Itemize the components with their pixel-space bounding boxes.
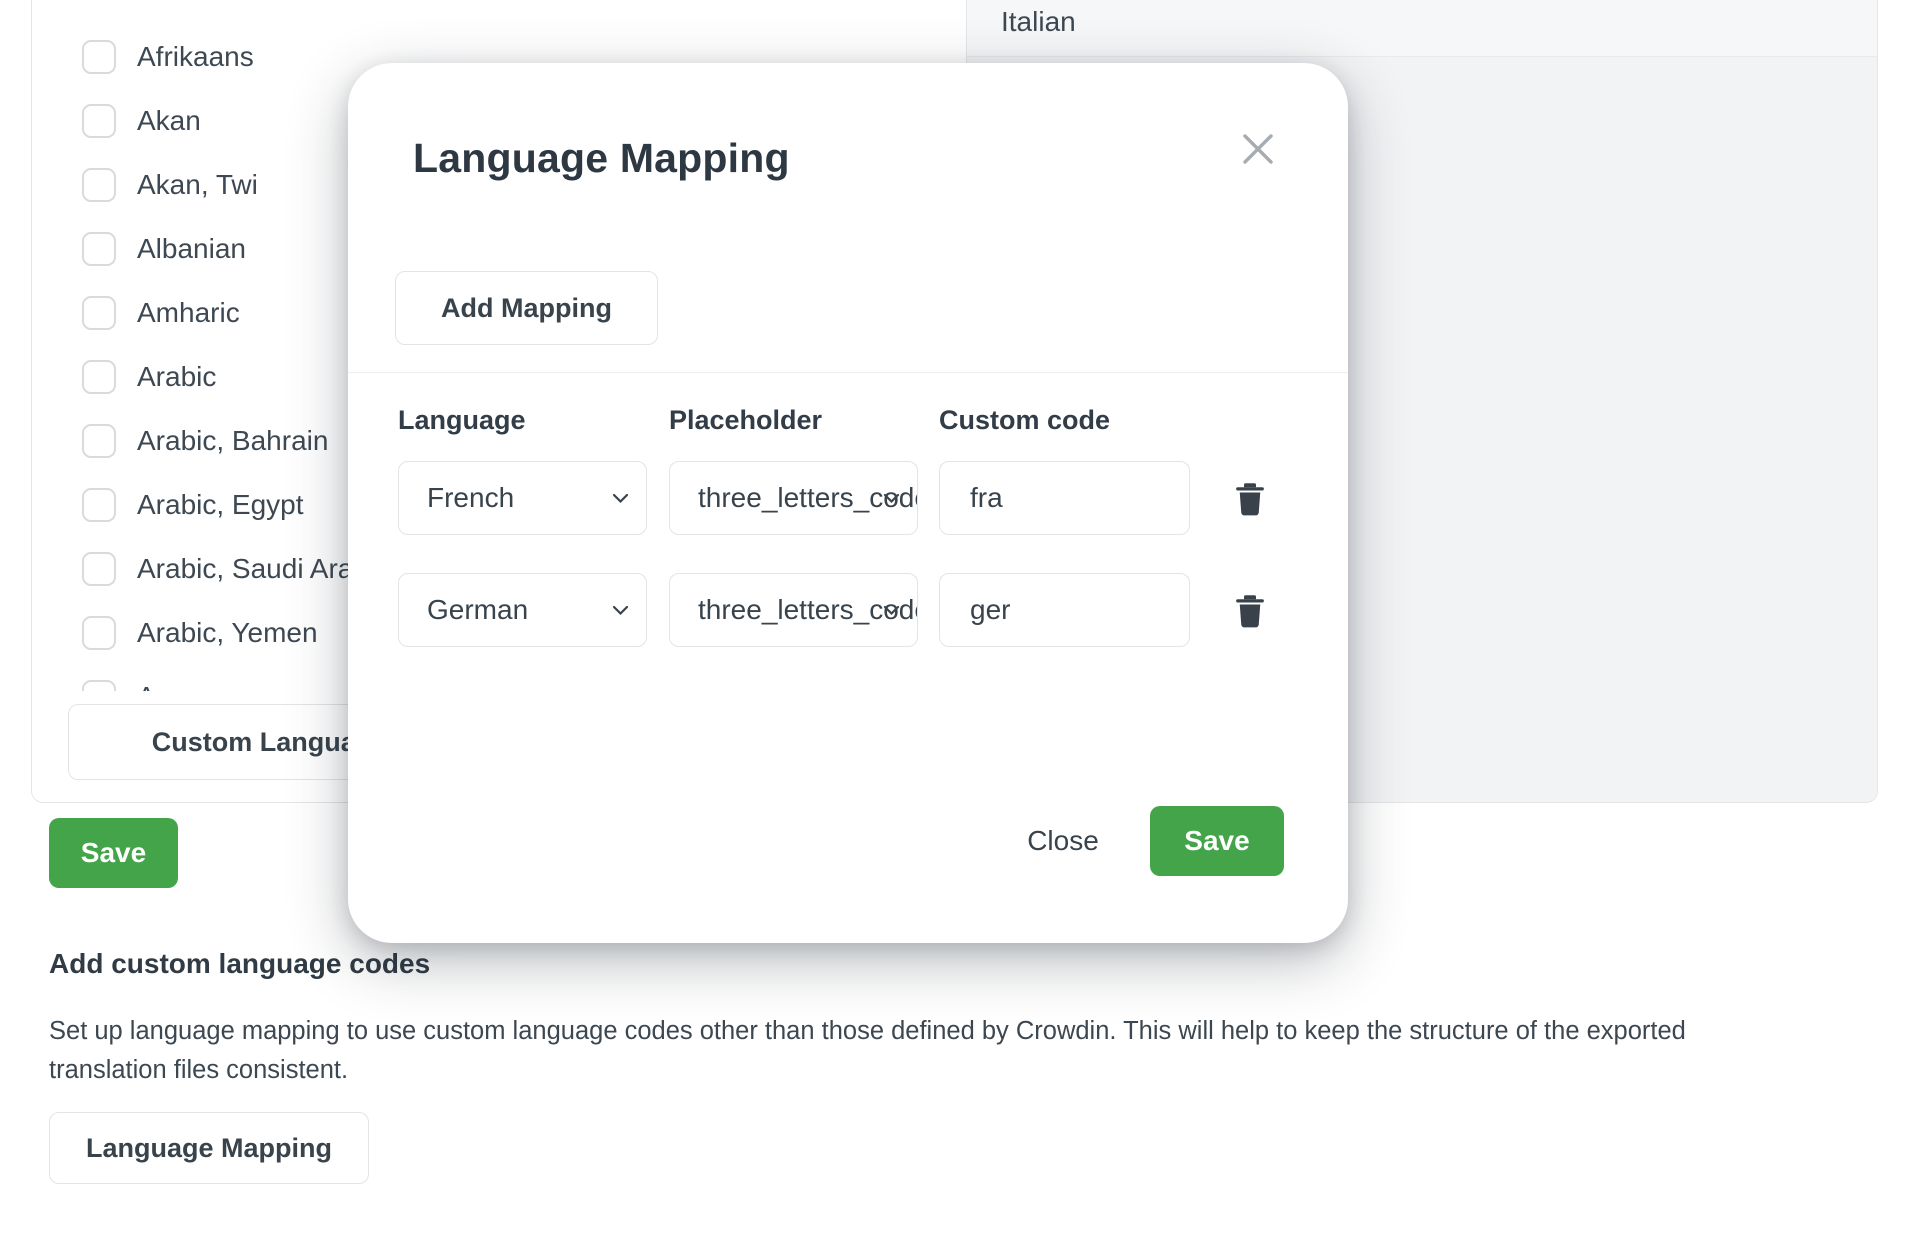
page-save-button[interactable]: Save [49,818,178,888]
language-checkbox[interactable] [82,168,116,202]
column-header-language: Language [398,405,526,436]
language-label: Arabic, Yemen [137,617,318,649]
chevron-down-icon [612,493,629,504]
language-checkbox[interactable] [82,296,116,330]
mapping-row: German three_letters_code [348,573,1348,647]
chevron-down-icon [612,605,629,616]
mapping-row: French three_letters_code [348,461,1348,535]
placeholder-select[interactable]: three_letters_code [669,573,918,647]
modal-close-button[interactable] [1234,125,1282,173]
modal-divider [348,372,1348,373]
placeholder-select[interactable]: three_letters_code [669,461,918,535]
language-checkbox[interactable] [82,680,116,691]
custom-code-input[interactable] [939,461,1190,535]
delete-mapping-button[interactable] [1232,591,1268,631]
chevron-down-icon [883,493,900,504]
language-label: Arabic, Egypt [137,489,304,521]
column-header-placeholder: Placeholder [669,405,822,436]
section-heading: Add custom language codes [49,948,430,980]
language-label: Aragonese [137,681,272,691]
trash-icon [1235,481,1265,517]
language-label: Albanian [137,233,246,265]
close-icon [1238,129,1278,169]
modal-title: Language Mapping [413,135,790,182]
language-label: Akan, Twi [137,169,258,201]
language-checkbox[interactable] [82,424,116,458]
add-mapping-button[interactable]: Add Mapping [395,271,658,345]
language-checkbox[interactable] [82,40,116,74]
page-save-label: Save [81,837,146,869]
language-label: Afrikaans [137,41,254,73]
language-checkbox[interactable] [82,552,116,586]
language-checkbox[interactable] [82,104,116,138]
language-select[interactable]: French [398,461,647,535]
language-checkbox[interactable] [82,616,116,650]
language-checkbox[interactable] [82,232,116,266]
language-checkbox[interactable] [82,360,116,394]
language-select[interactable]: German [398,573,647,647]
language-mapping-modal: Language Mapping Add Mapping Language Pl… [348,63,1348,943]
chevron-down-icon [883,605,900,616]
language-label: Akan [137,105,201,137]
language-select-value: German [427,594,528,626]
section-description: Set up language mapping to use custom la… [49,1012,1859,1089]
custom-code-input[interactable] [939,573,1190,647]
language-checkbox[interactable] [82,488,116,522]
column-header-custom-code: Custom code [939,405,1110,436]
delete-mapping-button[interactable] [1232,479,1268,519]
add-mapping-label: Add Mapping [441,293,612,324]
modal-save-label: Save [1184,825,1249,857]
modal-close-label: Close [1027,825,1099,857]
modal-save-button[interactable]: Save [1150,806,1284,876]
language-mapping-button[interactable]: Language Mapping [49,1112,369,1184]
language-mapping-button-label: Language Mapping [86,1133,332,1164]
language-select-value: French [427,482,514,514]
trash-icon [1235,593,1265,629]
language-label: Arabic, Bahrain [137,425,328,457]
language-label: Arabic [137,361,216,393]
language-label: Amharic [137,297,240,329]
modal-close-text-button[interactable]: Close [1008,806,1118,876]
selected-language-label: Italian [1001,6,1076,38]
selected-language-row[interactable]: Italian [967,0,1878,57]
